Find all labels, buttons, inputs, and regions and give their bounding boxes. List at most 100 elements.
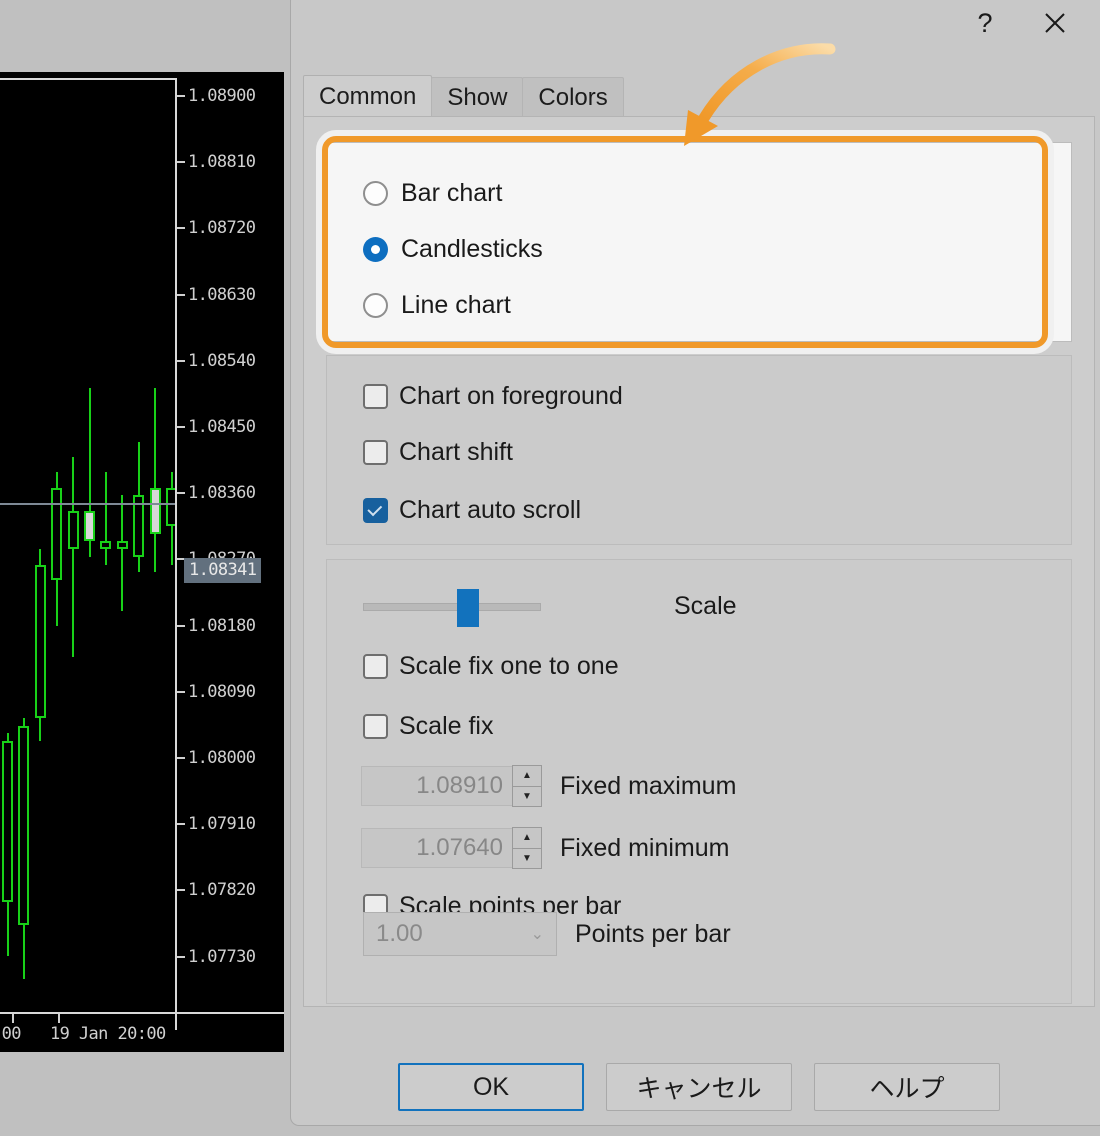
radio-candlesticks[interactable]: Candlesticks xyxy=(363,235,543,264)
price-axis-tick: 1.08360 xyxy=(177,483,284,504)
tick-dash-icon xyxy=(177,955,185,958)
price-axis-tick-label: 1.07820 xyxy=(188,880,256,901)
checkbox-indicator xyxy=(363,714,388,739)
price-chart-panel[interactable]: 1.08900 1.08810 1.08720 1.08630 1.08540 1.084… xyxy=(0,72,284,1052)
price-axis-tick-label: 1.08540 xyxy=(188,350,256,371)
candle-wick xyxy=(72,457,75,657)
chart-flags-group: Chart on foreground Chart shift Chart au… xyxy=(326,355,1072,545)
close-icon[interactable] xyxy=(1030,1,1080,45)
price-axis-tick-label: 1.08000 xyxy=(188,748,256,768)
radio-bar-chart[interactable]: Bar chart xyxy=(363,179,502,208)
tick-dash-icon xyxy=(177,95,185,97)
price-axis-tick: 1.08630 xyxy=(177,284,284,305)
checkbox-indicator-checked xyxy=(363,498,388,523)
price-axis-tick-label: 1.08720 xyxy=(188,218,256,239)
tick-dash-icon xyxy=(177,359,185,362)
checkbox-label: Chart auto scroll xyxy=(399,496,582,524)
tab-common[interactable]: Common xyxy=(303,75,433,117)
time-axis[interactable]: :00 19 Jan 20:00 xyxy=(0,1012,284,1052)
tick-dash-icon xyxy=(177,293,185,296)
checkbox-scale-fix[interactable]: Scale fix xyxy=(363,712,493,741)
price-axis-tick-label: 1.08630 xyxy=(188,284,256,305)
radio-label: Line chart xyxy=(401,291,511,319)
screen: 1.08900 1.08810 1.08720 1.08630 1.08540 1.084… xyxy=(0,0,1100,1136)
candle-body xyxy=(2,741,13,903)
candlestick xyxy=(18,80,30,1030)
radio-indicator-selected xyxy=(363,237,388,262)
tick-dash-icon xyxy=(177,823,185,826)
price-axis-tick-label: 1.08360 xyxy=(188,483,256,504)
checkbox-label: Chart shift xyxy=(399,438,513,466)
candlestick xyxy=(100,80,112,1030)
chart-properties-dialog: ? Common Show Colors Bar chart Candlesti… xyxy=(290,0,1100,1126)
help-icon[interactable]: ? xyxy=(960,1,1010,45)
candlestick xyxy=(149,80,161,1030)
tick-dash-icon xyxy=(177,889,185,892)
scale-slider-label: Scale xyxy=(674,592,737,620)
candlestick xyxy=(133,80,145,1030)
radio-indicator xyxy=(363,181,388,206)
candlestick xyxy=(116,80,128,1030)
candlestick xyxy=(51,80,63,1030)
price-axis-tick-label: 1.07730 xyxy=(188,946,256,967)
time-axis-label: 19 Jan 20:00 xyxy=(50,1024,166,1044)
fixed-maximum-stepper[interactable]: ▲ ▼ xyxy=(512,765,542,807)
cancel-button[interactable]: キャンセル xyxy=(606,1063,792,1111)
price-axis-tick-label: 1.08090 xyxy=(188,681,256,702)
ok-button[interactable]: OK xyxy=(398,1063,584,1111)
dialog-titlebar: ? xyxy=(291,0,1100,59)
candle-body xyxy=(166,487,175,527)
tab-colors[interactable]: Colors xyxy=(522,77,624,117)
checkbox-scale-fix-one-to-one[interactable]: Scale fix one to one xyxy=(363,652,619,681)
scale-slider[interactable] xyxy=(363,588,541,627)
price-axis-tick: 1.08000 xyxy=(177,748,284,768)
tick-dash-icon xyxy=(177,492,185,495)
current-price-tag: 1.08341 xyxy=(184,558,262,583)
stepper-up-icon[interactable]: ▲ xyxy=(513,766,541,787)
chart-plot-area[interactable] xyxy=(0,78,177,1030)
points-per-bar-select[interactable]: 1.00 ⌄ xyxy=(363,912,557,956)
tab-show[interactable]: Show xyxy=(431,77,524,117)
fixed-minimum-label: Fixed minimum xyxy=(560,833,730,862)
fixed-maximum-row: 1.08910 ▲ ▼ Fixed maximum xyxy=(361,765,736,807)
candlestick xyxy=(34,80,46,1030)
candle-wick xyxy=(121,495,124,611)
checkbox-indicator xyxy=(363,654,388,679)
candle-body xyxy=(34,564,46,718)
radio-line-chart[interactable]: Line chart xyxy=(363,291,511,320)
scale-slider-thumb[interactable] xyxy=(457,588,479,627)
fixed-minimum-stepper[interactable]: ▲ ▼ xyxy=(512,827,542,869)
price-axis-tick: 1.07910 xyxy=(177,814,284,834)
fixed-maximum-label: Fixed maximum xyxy=(560,771,737,800)
price-axis-tick-label: 1.08810 xyxy=(188,152,256,173)
stepper-up-icon[interactable]: ▲ xyxy=(513,828,541,849)
candle-body xyxy=(18,725,30,926)
candlestick xyxy=(2,80,13,1030)
stepper-down-icon[interactable]: ▼ xyxy=(513,787,541,807)
help-button[interactable]: ヘルプ xyxy=(814,1063,1000,1111)
price-axis-tick: 1.08720 xyxy=(177,218,284,239)
checkbox-chart-auto-scroll[interactable]: Chart auto scroll xyxy=(363,496,581,525)
price-axis-tick: 1.08180 xyxy=(177,616,284,636)
candlestick xyxy=(67,80,79,1030)
candle-body xyxy=(149,487,161,534)
points-per-bar-row: 1.00 ⌄ Points per bar xyxy=(363,912,731,956)
checkbox-chart-on-foreground[interactable]: Chart on foreground xyxy=(363,382,623,411)
price-axis-tick: 1.07820 xyxy=(177,880,284,901)
tick-dash-icon xyxy=(177,690,185,693)
radio-label: Bar chart xyxy=(401,179,503,207)
candle-body xyxy=(51,487,63,580)
checkbox-label: Scale fix one to one xyxy=(399,652,619,680)
stepper-down-icon[interactable]: ▼ xyxy=(513,849,541,869)
fixed-maximum-input[interactable]: 1.08910 xyxy=(361,766,513,806)
tab-strip[interactable]: Common Show Colors xyxy=(303,75,624,117)
fixed-minimum-input[interactable]: 1.07640 xyxy=(361,828,513,868)
checkbox-chart-shift[interactable]: Chart shift xyxy=(363,438,513,467)
radio-label: Candlesticks xyxy=(401,235,543,263)
price-axis-tick-label: 1.08450 xyxy=(188,417,256,437)
tick-dash-icon xyxy=(177,624,185,627)
price-axis-tick: 1.08540 xyxy=(177,350,284,371)
tick-dash-icon xyxy=(177,227,185,230)
checkbox-label: Chart on foreground xyxy=(399,382,623,410)
time-tick xyxy=(12,1014,14,1023)
